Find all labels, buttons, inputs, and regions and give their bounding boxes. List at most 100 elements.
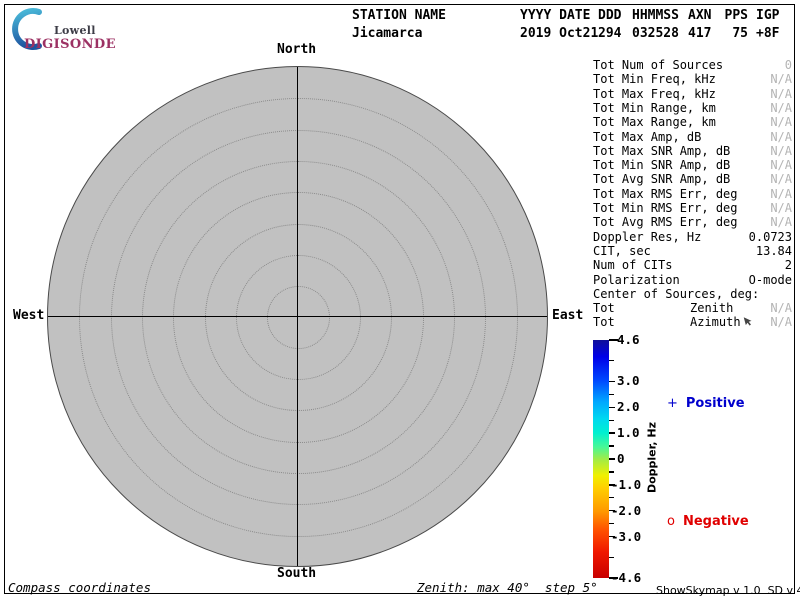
colorbar-tick-label: -4.6: [611, 571, 641, 585]
crosshair-horizontal: [48, 316, 547, 317]
header-col-value-6: +8F: [756, 26, 786, 41]
colorbar-minor-tick: [609, 360, 614, 361]
coordinate-system-label: Compass coordinates: [8, 580, 151, 595]
stat-label: Tot Avg RMS Err, deg: [593, 215, 738, 229]
negative-symbol-icon: o: [667, 514, 675, 529]
stat-row: Tot Azimuth N/A: [593, 315, 792, 329]
zenith-ring-35deg: [79, 98, 517, 536]
compass-label-east: East: [552, 308, 583, 323]
stat-value: N/A: [770, 172, 792, 186]
stat-row: Tot Num of Sources0: [593, 58, 792, 72]
mouse-cursor: [744, 316, 754, 330]
compass-label-north: North: [277, 42, 316, 57]
stat-row: Tot Max SNR Amp, dBN/A: [593, 144, 792, 158]
header-col-label-5: PPS: [706, 8, 748, 23]
stat-value: N/A: [770, 315, 792, 329]
colorbar-ticks: 4.63.02.01.00-1.0-2.0-3.0-4.6: [609, 340, 669, 578]
logo-text-lowell: Lowell: [54, 24, 96, 37]
header-col-label-3: HHMMSS: [632, 8, 682, 23]
stat-label: Tot Num of Sources: [593, 58, 723, 72]
colorbar-minor-tick: [609, 497, 614, 498]
stat-label: Tot Min Freq, kHz: [593, 72, 716, 86]
stat-label: Tot Min Range, km: [593, 101, 716, 115]
stat-value: N/A: [770, 158, 792, 172]
compass-label-west: West: [13, 308, 44, 323]
colorbar-axis-label: Doppler, Hz: [646, 421, 659, 495]
stat-row: Num of CITs2: [593, 258, 792, 272]
colorbar-tick-label: 1.0: [617, 426, 640, 440]
stat-label: Num of CITs: [593, 258, 672, 272]
colorbar-tick: [609, 381, 615, 382]
colorbar-tick: [609, 407, 615, 408]
stat-row: Tot Zenith N/A: [593, 301, 792, 315]
colorbar-tick-label: 0: [617, 452, 625, 466]
stat-label: Tot: [593, 301, 615, 315]
stat-label: Tot Max Freq, kHz: [593, 87, 716, 101]
colorbar-tick-label: 4.6: [617, 333, 640, 347]
header-col-value-3: 032528: [632, 26, 682, 41]
legend-label: Positive: [686, 396, 745, 411]
colorbar-tick-label: -3.0: [611, 530, 641, 544]
stat-row: Tot Min Range, km N/A: [593, 101, 792, 115]
positive-symbol-icon: +: [667, 396, 678, 411]
stat-row: Tot Avg RMS Err, deg N/A: [593, 215, 792, 229]
colorbar-tick: [609, 432, 615, 433]
stat-value: N/A: [770, 101, 792, 115]
colorbar-minor-tick: [609, 471, 614, 472]
header-col-label-0: STATION NAME: [352, 8, 512, 23]
header-col-value-5: 75: [706, 26, 748, 41]
header-col-value-0: Jicamarca: [352, 26, 512, 41]
stat-row: CIT, sec 13.84: [593, 244, 792, 258]
stat-label: Polarization: [593, 273, 680, 287]
stat-label: Tot Min RMS Err, deg: [593, 201, 738, 215]
colorbar-minor-tick: [609, 557, 614, 558]
colorbar-tick-label: 3.0: [617, 374, 640, 388]
logo-text-digisonde: DIGISONDE: [24, 37, 116, 52]
stat-value: N/A: [770, 130, 792, 144]
header-col-label-6: IGP: [756, 8, 786, 23]
stat-row: Polarization O-mode: [593, 273, 792, 287]
stat-label: Doppler Res, Hz: [593, 230, 701, 244]
stat-label: Tot Max Range, km: [593, 115, 716, 129]
stat-sublabel: Zenith: [690, 301, 733, 315]
colorbar-minor-tick: [609, 420, 614, 421]
colorbar-tick: [609, 458, 615, 459]
stat-value: N/A: [770, 144, 792, 158]
colorbar-tick-label: -1.0: [611, 478, 641, 492]
lowell-digisonde-logo: Lowell DIGISONDE: [8, 6, 128, 52]
stat-value: O-mode: [749, 273, 792, 287]
stat-value: N/A: [770, 187, 792, 201]
stat-row: Tot Min RMS Err, deg N/A: [593, 201, 792, 215]
stat-label: Tot Avg SNR Amp, dB: [593, 172, 730, 186]
stat-label: Tot: [593, 315, 615, 329]
stat-row: Tot Max Range, km N/A: [593, 115, 792, 129]
measurement-stats-panel: Tot Num of Sources0Tot Min Freq, kHzN/AT…: [593, 58, 792, 338]
stat-label: Tot Max RMS Err, deg: [593, 187, 738, 201]
stat-sublabel: Azimuth: [690, 315, 741, 329]
header-col-value-1: 2019 Oct21: [520, 26, 604, 41]
stat-value: N/A: [770, 87, 792, 101]
stat-row: Tot Avg SNR Amp, dB N/A: [593, 172, 792, 186]
stat-label: Tot Max Amp, dB: [593, 130, 701, 144]
legend-label: Negative: [683, 514, 749, 529]
stat-label: CIT, sec: [593, 244, 651, 258]
stat-value: N/A: [770, 201, 792, 215]
legend-negative: o Negative: [667, 514, 749, 529]
stat-value: N/A: [770, 115, 792, 129]
compass-label-south: South: [277, 566, 316, 581]
stat-row: Tot Max Amp, dB N/A: [593, 130, 792, 144]
colorbar-minor-tick: [609, 394, 614, 395]
header-col-label-2: DDD: [598, 8, 628, 23]
stat-row: Tot Max RMS Err, deg N/A: [593, 187, 792, 201]
colorbar-tick-label: -2.0: [611, 504, 641, 518]
stat-value: N/A: [770, 215, 792, 229]
stat-row: Tot Min SNR Amp, dBN/A: [593, 158, 792, 172]
skymap-window: Lowell DIGISONDE STATION NAMEJicamarcaYY…: [0, 0, 800, 600]
stat-label: Center of Sources, deg:: [593, 287, 759, 301]
stat-value: N/A: [770, 301, 792, 315]
stat-value: 13.84: [756, 244, 792, 258]
header-col-value-2: 294: [598, 26, 628, 41]
software-version-label: ShowSkymap v 1.0 SD v 4.2: [656, 584, 800, 597]
stat-row: Doppler Res, Hz0.0723: [593, 230, 792, 244]
mouse-cursor-icon: [743, 315, 756, 328]
